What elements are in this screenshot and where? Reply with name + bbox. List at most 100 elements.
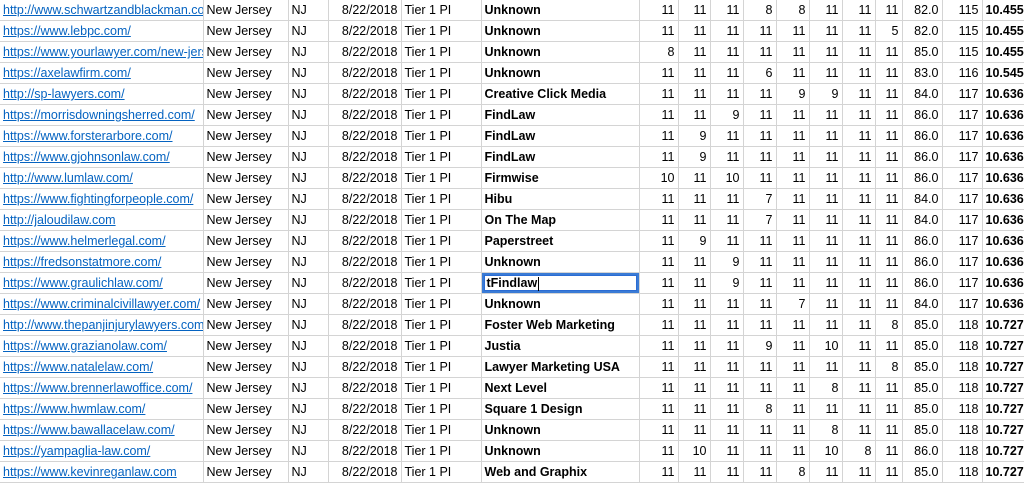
- date-cell[interactable]: 8/22/2018: [328, 83, 402, 105]
- metric-cell[interactable]: 11: [809, 230, 843, 252]
- abbr-cell[interactable]: NJ: [288, 377, 329, 399]
- metric-cell[interactable]: 11: [776, 209, 810, 231]
- score-cell[interactable]: 10.636: [982, 83, 1024, 105]
- date-cell[interactable]: 8/22/2018: [328, 125, 402, 147]
- url-cell[interactable]: https://morrisdowningsherred.com/: [0, 104, 204, 126]
- vendor-cell[interactable]: Square 1 Design: [481, 398, 640, 420]
- metric-cell[interactable]: 11: [809, 272, 843, 294]
- state-cell[interactable]: New Jersey: [203, 125, 289, 147]
- metric-cell[interactable]: 11: [743, 230, 777, 252]
- abbr-cell[interactable]: NJ: [288, 230, 329, 252]
- abbr-cell[interactable]: NJ: [288, 335, 329, 357]
- total-cell[interactable]: 84.0: [902, 83, 943, 105]
- metric-cell[interactable]: 11: [639, 335, 679, 357]
- metric-cell[interactable]: 8: [842, 440, 876, 462]
- rank-cell[interactable]: 117: [942, 293, 983, 315]
- metric-cell[interactable]: 11: [743, 314, 777, 336]
- rank-cell[interactable]: 118: [942, 314, 983, 336]
- metric-cell[interactable]: 11: [776, 335, 810, 357]
- metric-cell[interactable]: 11: [710, 314, 744, 336]
- state-cell[interactable]: New Jersey: [203, 104, 289, 126]
- score-cell[interactable]: 10.727: [982, 377, 1024, 399]
- metric-cell[interactable]: 11: [678, 356, 711, 378]
- rank-cell[interactable]: 116: [942, 62, 983, 84]
- tier-cell[interactable]: Tier 1 PI: [401, 41, 482, 63]
- metric-cell[interactable]: 11: [678, 62, 711, 84]
- metric-cell[interactable]: 11: [875, 440, 903, 462]
- metric-cell[interactable]: 11: [678, 20, 711, 42]
- metric-cell[interactable]: 11: [875, 419, 903, 441]
- metric-cell[interactable]: 11: [842, 41, 876, 63]
- metric-cell[interactable]: 11: [743, 125, 777, 147]
- total-cell[interactable]: 85.0: [902, 377, 943, 399]
- metric-cell[interactable]: 11: [842, 20, 876, 42]
- metric-cell[interactable]: 11: [710, 293, 744, 315]
- total-cell[interactable]: 82.0: [902, 0, 943, 21]
- rank-cell[interactable]: 118: [942, 440, 983, 462]
- metric-cell[interactable]: 11: [809, 398, 843, 420]
- metric-cell[interactable]: 7: [743, 188, 777, 210]
- metric-cell[interactable]: 10: [678, 440, 711, 462]
- state-cell[interactable]: New Jersey: [203, 272, 289, 294]
- metric-cell[interactable]: 11: [842, 188, 876, 210]
- url-cell[interactable]: https://www.forsterarbore.com/: [0, 125, 204, 147]
- state-cell[interactable]: New Jersey: [203, 167, 289, 189]
- url-cell[interactable]: http://www.thepanjinjurylawyers.com: [0, 314, 204, 336]
- metric-cell[interactable]: 11: [710, 188, 744, 210]
- rank-cell[interactable]: 117: [942, 209, 983, 231]
- rank-cell[interactable]: 115: [942, 20, 983, 42]
- url-cell[interactable]: https://www.natalelaw.com/: [0, 356, 204, 378]
- metric-cell[interactable]: 11: [842, 293, 876, 315]
- date-cell[interactable]: 8/22/2018: [328, 104, 402, 126]
- metric-cell[interactable]: 8: [743, 0, 777, 21]
- total-cell[interactable]: 84.0: [902, 209, 943, 231]
- metric-cell[interactable]: 9: [776, 83, 810, 105]
- metric-cell[interactable]: 10: [809, 440, 843, 462]
- state-cell[interactable]: New Jersey: [203, 41, 289, 63]
- url-cell[interactable]: https://www.grazianolaw.com/: [0, 335, 204, 357]
- metric-cell[interactable]: 11: [842, 419, 876, 441]
- total-cell[interactable]: 85.0: [902, 419, 943, 441]
- rank-cell[interactable]: 117: [942, 146, 983, 168]
- metric-cell[interactable]: 11: [639, 398, 679, 420]
- metric-cell[interactable]: 11: [776, 20, 810, 42]
- metric-cell[interactable]: 11: [678, 83, 711, 105]
- total-cell[interactable]: 86.0: [902, 251, 943, 273]
- metric-cell[interactable]: 11: [743, 20, 777, 42]
- metric-cell[interactable]: 11: [710, 41, 744, 63]
- metric-cell[interactable]: 11: [776, 188, 810, 210]
- date-cell[interactable]: 8/22/2018: [328, 377, 402, 399]
- total-cell[interactable]: 84.0: [902, 293, 943, 315]
- metric-cell[interactable]: 8: [639, 41, 679, 63]
- metric-cell[interactable]: 11: [743, 377, 777, 399]
- metric-cell[interactable]: 11: [776, 41, 810, 63]
- metric-cell[interactable]: 5: [875, 20, 903, 42]
- url-cell[interactable]: https://www.graulichlaw.com/: [0, 272, 204, 294]
- state-cell[interactable]: New Jersey: [203, 230, 289, 252]
- tier-cell[interactable]: Tier 1 PI: [401, 20, 482, 42]
- abbr-cell[interactable]: NJ: [288, 41, 329, 63]
- tier-cell[interactable]: Tier 1 PI: [401, 230, 482, 252]
- date-cell[interactable]: 8/22/2018: [328, 230, 402, 252]
- rank-cell[interactable]: 118: [942, 377, 983, 399]
- metric-cell[interactable]: 11: [639, 461, 679, 483]
- metric-cell[interactable]: 8: [875, 356, 903, 378]
- metric-cell[interactable]: 11: [678, 104, 711, 126]
- tier-cell[interactable]: Tier 1 PI: [401, 167, 482, 189]
- abbr-cell[interactable]: NJ: [288, 398, 329, 420]
- url-cell[interactable]: http://sp-lawyers.com/: [0, 83, 204, 105]
- metric-cell[interactable]: 9: [743, 335, 777, 357]
- url-cell[interactable]: http://www.schwartzandblackman.com: [0, 0, 204, 21]
- metric-cell[interactable]: 11: [776, 419, 810, 441]
- vendor-cell[interactable]: Unknown: [481, 251, 640, 273]
- abbr-cell[interactable]: NJ: [288, 167, 329, 189]
- state-cell[interactable]: New Jersey: [203, 377, 289, 399]
- rank-cell[interactable]: 117: [942, 251, 983, 273]
- metric-cell[interactable]: 11: [875, 461, 903, 483]
- metric-cell[interactable]: 11: [809, 104, 843, 126]
- metric-cell[interactable]: 11: [842, 0, 876, 21]
- total-cell[interactable]: 85.0: [902, 41, 943, 63]
- abbr-cell[interactable]: NJ: [288, 146, 329, 168]
- date-cell[interactable]: 8/22/2018: [328, 209, 402, 231]
- metric-cell[interactable]: 11: [710, 125, 744, 147]
